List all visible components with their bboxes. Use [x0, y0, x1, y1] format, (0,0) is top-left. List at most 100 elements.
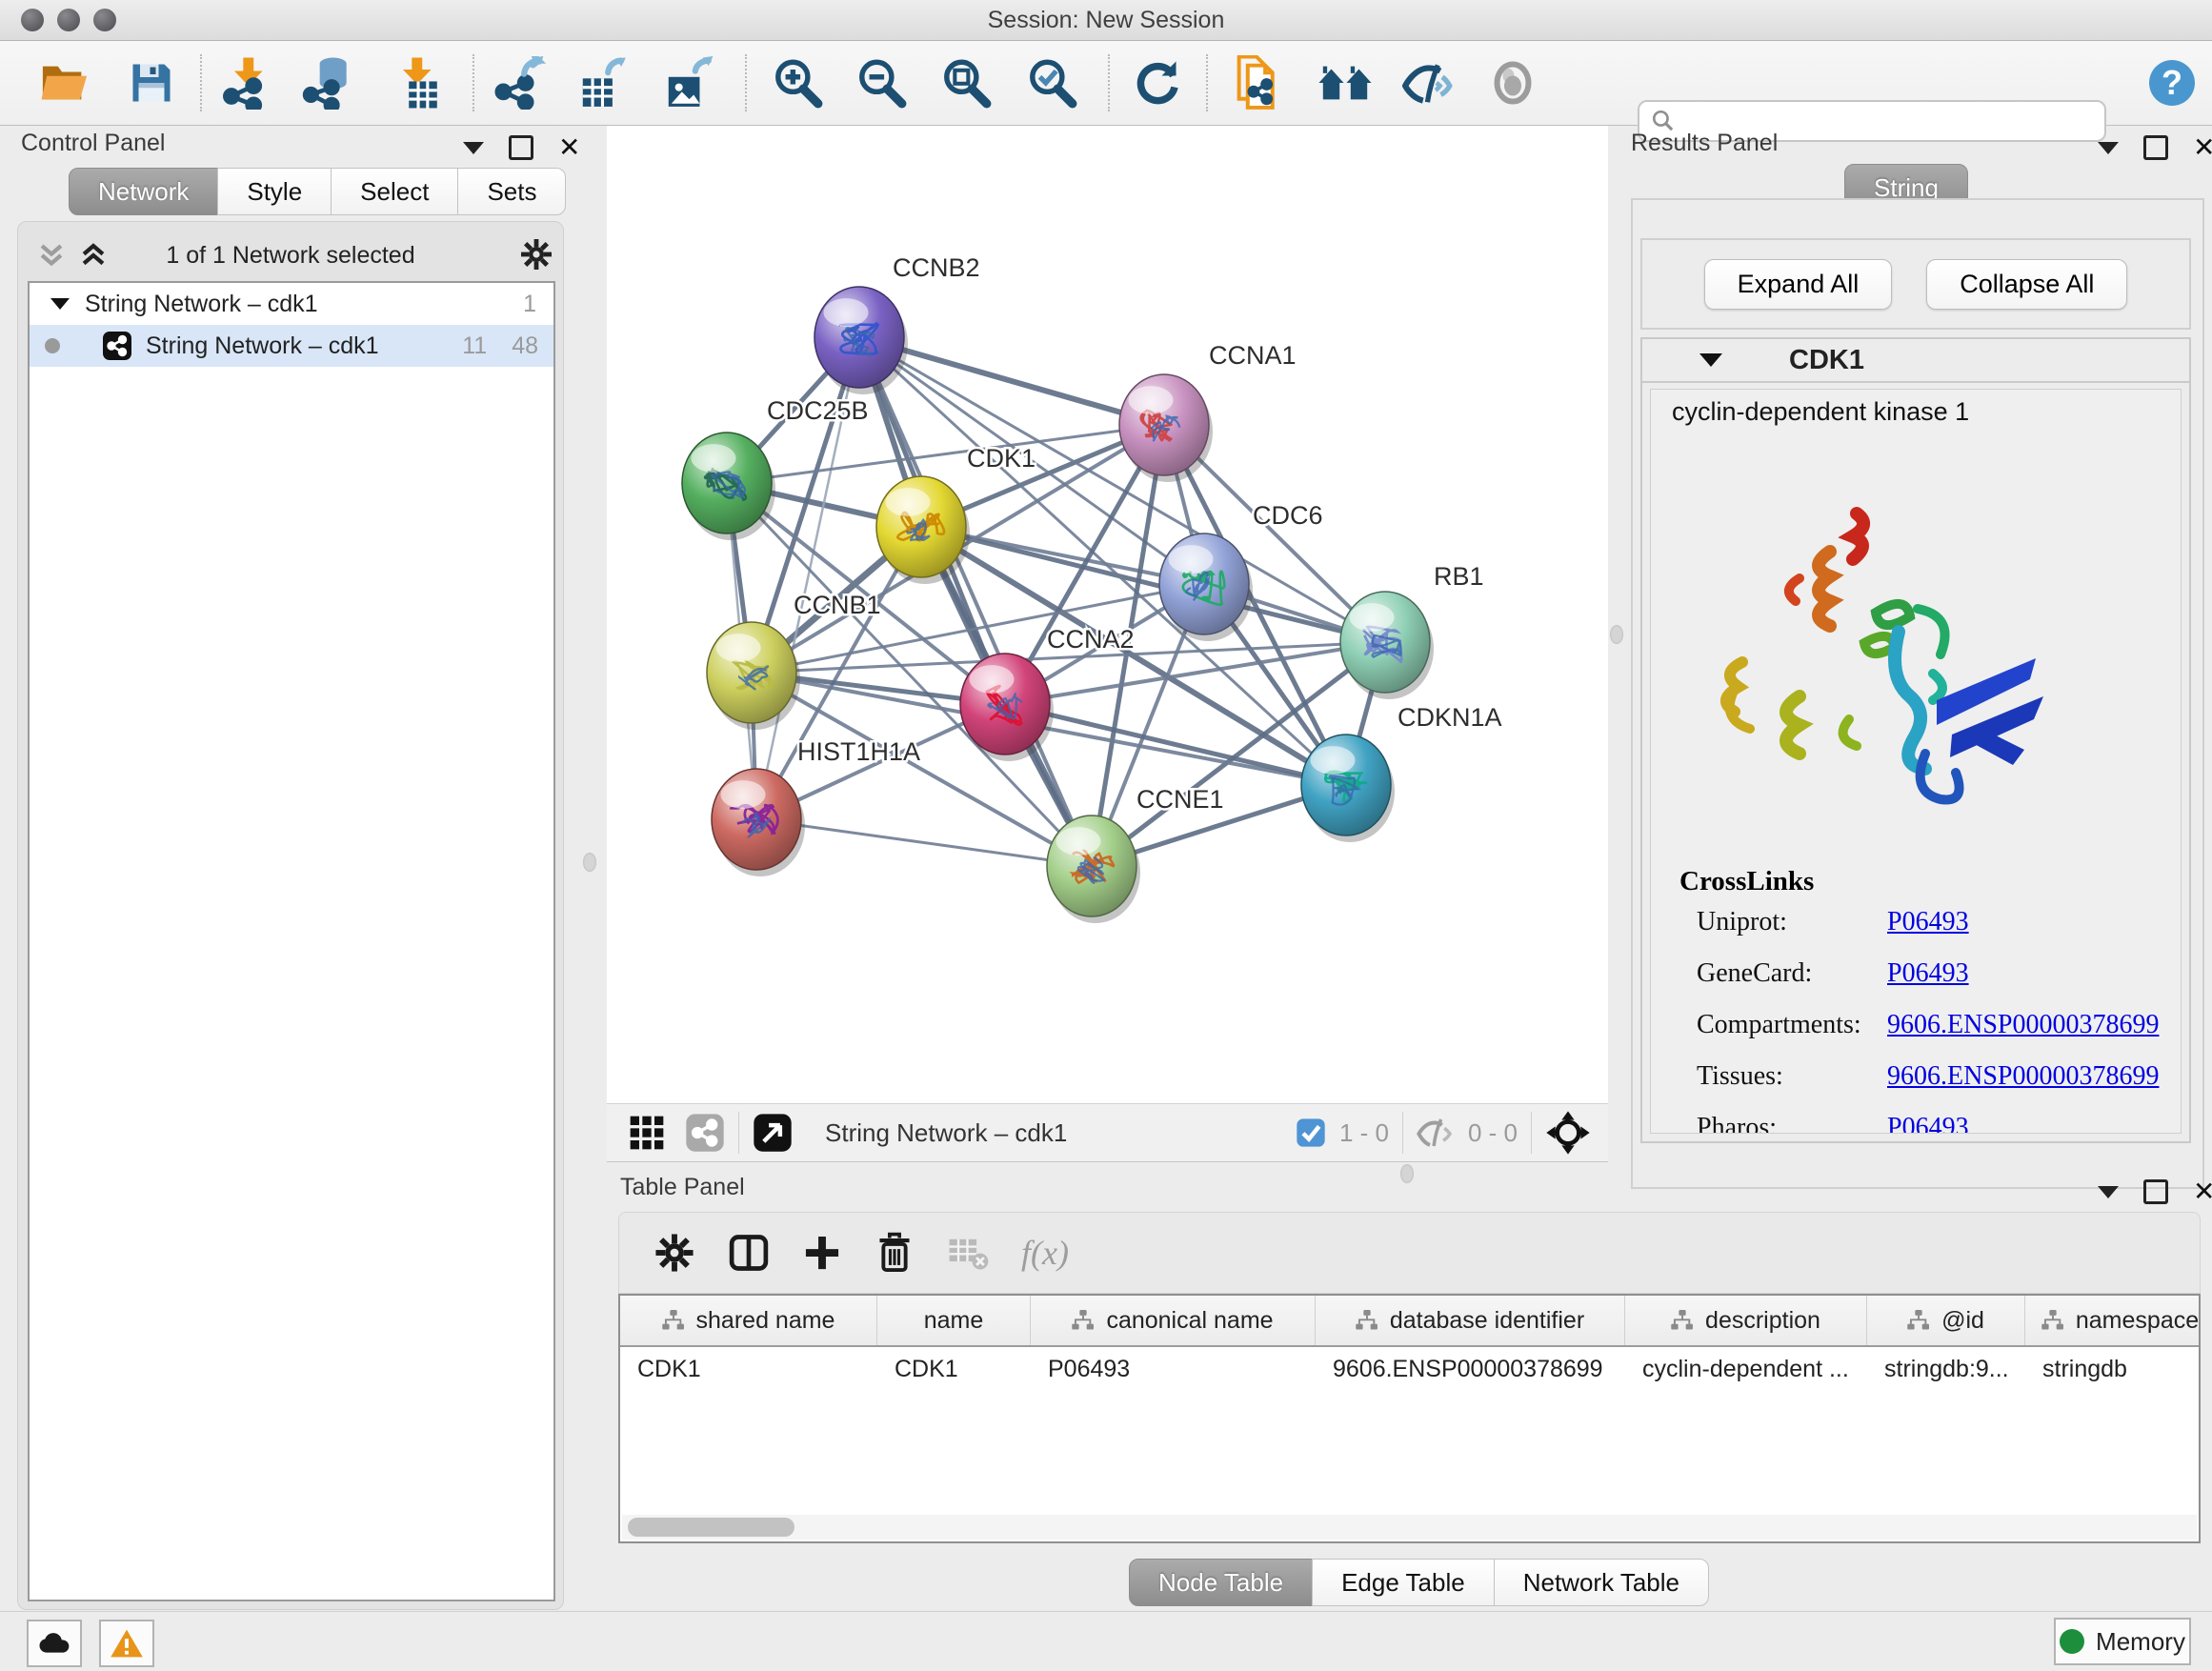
zoom-out-icon[interactable] — [851, 52, 912, 113]
options-gear-icon[interactable] — [519, 237, 553, 272]
tab-select[interactable]: Select — [331, 168, 458, 215]
collapse-all-button[interactable]: Collapse All — [1926, 259, 2127, 310]
tab-edge-table[interactable]: Edge Table — [1312, 1559, 1495, 1606]
network-node-rb1[interactable]: RB1 — [1340, 562, 1484, 699]
export-image-icon[interactable] — [657, 52, 718, 113]
fit-selected-crosshair-icon[interactable] — [1545, 1110, 1591, 1156]
section-expander-icon[interactable] — [1699, 353, 1722, 367]
node-table[interactable]: shared namename canonical name database id… — [618, 1294, 2201, 1543]
horizontal-scrollbar[interactable] — [622, 1515, 2197, 1540]
table-cell[interactable]: P06493 — [1031, 1347, 1316, 1391]
table-cell[interactable]: 9606.ENSP00000378699 — [1316, 1347, 1625, 1391]
hidden-eye-icon[interactable] — [1417, 1117, 1457, 1149]
network-row[interactable]: String Network – cdk1 11 48 — [30, 325, 553, 367]
save-session-icon[interactable] — [121, 52, 182, 113]
column-header-name[interactable]: name — [877, 1296, 1031, 1345]
expand-all-button[interactable]: Expand All — [1704, 259, 1893, 310]
table-cell[interactable]: cyclin-dependent ... — [1625, 1347, 1867, 1391]
tab-network-table[interactable]: Network Table — [1494, 1559, 1709, 1606]
show-panels-icon[interactable] — [1482, 52, 1543, 113]
table-cell[interactable]: stringdb:9... — [1867, 1347, 2025, 1391]
crosslink-row: Tissues:9606.ENSP00000378699 — [1697, 1061, 2175, 1092]
panel-menu-icon[interactable] — [2098, 1186, 2119, 1198]
node-label: HIST1H1A — [797, 737, 920, 766]
network-node-hist1h1a[interactable]: HIST1H1A — [712, 737, 920, 876]
network-node-ccne1[interactable]: CCNE1 — [1047, 785, 1224, 923]
selected-checkbox-icon[interactable] — [1296, 1117, 1326, 1148]
splitter-handle[interactable] — [583, 853, 596, 872]
zoom-fit-icon[interactable] — [935, 52, 996, 113]
cloud-status-button[interactable] — [27, 1620, 82, 1667]
crosslink-link[interactable]: P06493 — [1887, 958, 1969, 989]
function-builder-icon[interactable]: f(x) — [1021, 1233, 1069, 1273]
panel-menu-icon[interactable] — [2098, 142, 2119, 154]
open-session-icon[interactable] — [34, 52, 95, 113]
delete-table-icon[interactable] — [947, 1234, 989, 1272]
toolbar-separator — [473, 54, 474, 111]
panel-menu-icon[interactable] — [463, 142, 484, 154]
network-view-mode-icon[interactable] — [685, 1113, 725, 1153]
column-header-canonical-name[interactable]: canonical name — [1031, 1296, 1316, 1345]
network-edge[interactable] — [859, 337, 1092, 866]
network-node-ccnb1[interactable]: CCNB1 — [707, 591, 881, 730]
crosslinks-title: CrossLinks — [1679, 866, 2175, 897]
zoom-selected-icon[interactable] — [1021, 52, 1082, 113]
network-node-cdkn1a[interactable]: CDKN1A — [1301, 703, 1502, 842]
share-document-icon[interactable] — [1229, 52, 1290, 113]
crosslink-row: Pharos:P06493 — [1697, 1113, 2175, 1134]
node-section-header[interactable]: CDK1 — [1642, 339, 2189, 383]
panel-float-icon[interactable] — [2143, 1179, 2168, 1204]
table-cell[interactable]: CDK1 — [877, 1347, 1031, 1391]
hide-panels-icon[interactable] — [1398, 52, 1459, 113]
refresh-icon[interactable] — [1127, 52, 1188, 113]
column-header-namespace[interactable]: namespace — [2025, 1296, 2201, 1345]
network-graph[interactable]: CCNB2CCNA1CDC25BCDK1CDC6RB1CCNB1CCNA2CDK… — [607, 126, 1608, 1103]
network-view-canvas[interactable]: CCNB2CCNA1CDC25BCDK1CDC6RB1CCNB1CCNA2CDK… — [607, 126, 1608, 1103]
panel-float-icon[interactable] — [2143, 135, 2168, 160]
column-header--id[interactable]: @id — [1867, 1296, 2025, 1345]
panel-close-icon[interactable]: ✕ — [558, 138, 580, 157]
show-columns-icon[interactable] — [728, 1232, 770, 1274]
delete-column-icon[interactable] — [875, 1232, 915, 1274]
memory-button[interactable]: Memory — [2054, 1618, 2191, 1665]
panel-float-icon[interactable] — [509, 135, 533, 160]
warnings-button[interactable] — [99, 1620, 154, 1667]
tab-style[interactable]: Style — [217, 168, 332, 215]
network-collection-row[interactable]: String Network – cdk1 1 — [30, 283, 553, 325]
column-header-label: canonical name — [1106, 1307, 1273, 1335]
tree-expander-icon[interactable] — [50, 298, 70, 310]
table-cell[interactable]: CDK1 — [620, 1347, 877, 1391]
import-table-icon[interactable] — [386, 52, 447, 113]
scrollbar-thumb[interactable] — [628, 1518, 794, 1537]
zoom-in-icon[interactable] — [767, 52, 828, 113]
column-header-shared-name[interactable]: shared name — [620, 1296, 877, 1345]
network-edge[interactable] — [756, 819, 1092, 866]
tab-sets[interactable]: Sets — [457, 168, 566, 215]
crosslink-link[interactable]: P06493 — [1887, 1113, 1969, 1134]
memory-label: Memory — [2096, 1627, 2185, 1657]
tab-node-table[interactable]: Node Table — [1129, 1559, 1313, 1606]
add-column-icon[interactable] — [802, 1233, 842, 1273]
node-section-body: cyclin-dependent kinase 1 — [1650, 389, 2182, 1134]
tab-network[interactable]: Network — [69, 168, 218, 215]
export-table-icon[interactable] — [572, 52, 633, 113]
network-node-ccnb2[interactable]: CCNB2 — [814, 253, 980, 394]
table-options-gear-icon[interactable] — [654, 1232, 695, 1274]
grid-view-icon[interactable] — [628, 1114, 666, 1152]
import-network-file-icon[interactable] — [217, 52, 278, 113]
birdseye-view-icon[interactable] — [753, 1113, 793, 1153]
network-node-ccna1[interactable]: CCNA1 — [1119, 341, 1297, 482]
crosslink-link[interactable]: P06493 — [1887, 907, 1969, 937]
crosslink-link[interactable]: 9606.ENSP00000378699 — [1887, 1010, 2159, 1040]
export-network-icon[interactable] — [491, 52, 552, 113]
help-icon[interactable]: ? — [2142, 52, 2202, 113]
table-row[interactable]: CDK1CDK1P064939606.ENSP00000378699cyclin… — [620, 1347, 2199, 1391]
column-header-database-identifier[interactable]: database identifier — [1316, 1296, 1625, 1345]
home-icon[interactable] — [1315, 52, 1376, 113]
column-header-description[interactable]: description — [1625, 1296, 1867, 1345]
table-cell[interactable]: stringdb — [2025, 1347, 2201, 1391]
crosslink-link[interactable]: 9606.ENSP00000378699 — [1887, 1061, 2159, 1092]
panel-close-icon[interactable]: ✕ — [2193, 138, 2212, 157]
import-network-database-icon[interactable] — [298, 52, 359, 113]
panel-close-icon[interactable]: ✕ — [2193, 1182, 2212, 1201]
